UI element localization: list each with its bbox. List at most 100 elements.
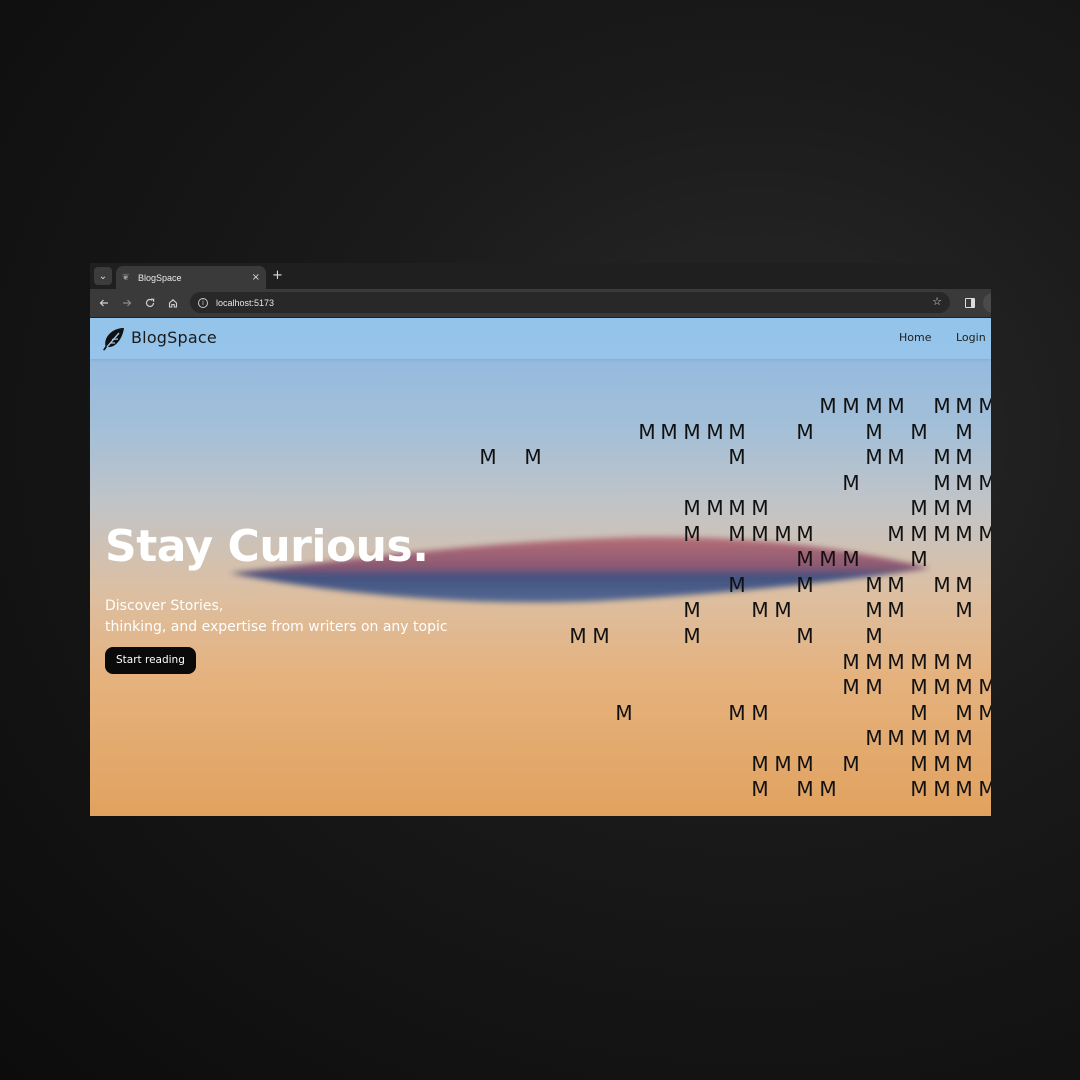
reload-icon[interactable] [142,295,158,311]
decorative-letter: M [910,752,928,776]
decorative-letter: M [842,752,860,776]
decorative-letter: M [933,777,951,801]
decorative-letter: M [955,752,973,776]
decorative-letter: M [910,650,928,674]
decorative-letter: M [865,445,883,469]
hero-subtitle-line-2: thinking, and expertise from writers on … [105,619,448,635]
tab-search-icon[interactable]: ⌄ [94,267,112,285]
decorative-letter: M [796,420,814,444]
decorative-letter: M [910,777,928,801]
start-reading-button[interactable]: Start reading [105,647,196,674]
brand-name[interactable]: BlogSpace [131,328,217,347]
decorative-letter: M [796,752,814,776]
decorative-letter: M [955,394,973,418]
favicon-icon: ❦ [122,272,130,283]
decorative-letter: M [865,675,883,699]
decorative-letter: M [955,701,973,725]
page-viewport: MMMMMMMMMMMMMMMMMMMMMMMMMMMMMMMMMMMMMMMM… [90,318,991,816]
url-text: localhost:5173 [216,297,275,308]
decorative-letter: M [887,650,905,674]
decorative-letter: M [774,752,792,776]
decorative-letter: M [933,471,951,495]
feather-logo-icon[interactable] [99,325,127,353]
decorative-letter: M [751,777,769,801]
decorative-letter: M [842,675,860,699]
browser-window: ⌄ ❦ BlogSpace × + i localhost:5173 ☆ M M… [90,263,991,816]
plus-icon[interactable]: + [272,268,283,283]
decorative-letter: M [978,675,991,699]
decorative-letter: M [706,496,724,520]
decorative-letter: M [933,726,951,750]
decorative-letter: M [978,701,991,725]
info-icon[interactable]: i [198,297,208,308]
hero-subtitle: Discover Stories, thinking, and expertis… [105,596,448,638]
decorative-letter: M [910,701,928,725]
decorative-letter: M [683,420,701,444]
decorative-letter: M [955,471,973,495]
decorative-letter: M [978,471,991,495]
decorative-letter: M [933,394,951,418]
decorative-letter: M [910,496,928,520]
tab-strip: ⌄ ❦ BlogSpace × + [90,263,991,289]
decorative-letter: M [933,650,951,674]
decorative-letter: M [865,394,883,418]
decorative-letter: M [751,701,769,725]
decorative-letter: M [728,420,746,444]
back-icon[interactable] [96,295,112,311]
decorative-letter: M [955,573,973,597]
address-bar[interactable]: i localhost:5173 ☆ [190,292,950,313]
nav-login-link[interactable]: Login [956,331,986,344]
decorative-letter: M [933,675,951,699]
decorative-letter: M [819,394,837,418]
decorative-letter: M [865,726,883,750]
side-panel-icon[interactable] [965,298,975,308]
decorative-letter: M [728,701,746,725]
forward-icon[interactable] [119,295,135,311]
profile-avatar[interactable] [983,293,991,313]
decorative-letter: M [978,777,991,801]
decorative-letter: M [842,394,860,418]
decorative-letter: M [955,675,973,699]
decorative-letter: M [638,420,656,444]
nav-home-link[interactable]: Home [899,331,931,344]
decorative-letter: M [910,726,928,750]
decorative-letter: M [683,624,701,648]
decorative-letter: M [887,726,905,750]
decorative-letter: M [819,777,837,801]
decorative-letter: M [910,675,928,699]
star-icon[interactable]: ☆ [932,295,942,308]
decorative-letter: M [796,624,814,648]
hero-title: Stay Curious. [105,521,429,572]
decorative-letter: M [955,445,973,469]
decorative-letter: M [728,445,746,469]
decorative-letter: M [955,726,973,750]
decorative-letter: M [842,650,860,674]
decorative-letter: M [933,752,951,776]
decorative-letter: M [955,496,973,520]
decorative-letter: M [910,420,928,444]
decorative-letter: M [751,752,769,776]
decorative-letter: M [479,445,497,469]
decorative-letter: M [660,420,678,444]
decorative-letter: M [933,496,951,520]
site-navbar: BlogSpace Home Login [90,318,991,359]
decorative-letter: M [592,624,610,648]
decorative-letter: M [706,420,724,444]
hero-subtitle-line-1: Discover Stories, [105,598,224,614]
browser-tab[interactable]: ❦ BlogSpace × [116,266,266,289]
close-icon[interactable]: × [252,272,260,283]
decorative-letter: M [978,522,991,546]
decorative-letter: M [842,471,860,495]
decorative-letter: M [751,496,769,520]
decorative-letter: M [955,650,973,674]
decorative-letter: M [933,445,951,469]
home-icon[interactable] [165,295,181,311]
decorative-letter: M [978,394,991,418]
decorative-letter: M [796,777,814,801]
decorative-letter: M [887,445,905,469]
decorative-letter: M [887,394,905,418]
decorative-letter: M [524,445,542,469]
decorative-letter: M [955,522,973,546]
decorative-letter: M [728,496,746,520]
decorative-letter: M [569,624,587,648]
